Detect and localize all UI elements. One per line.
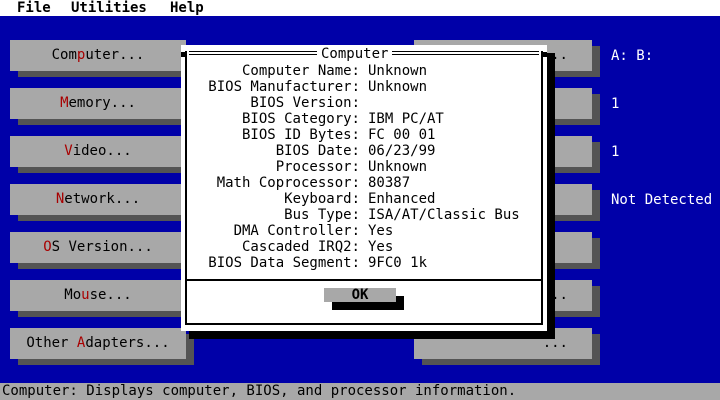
info-value: 9FC0 1k [368,255,428,271]
computer-button[interactable]: Computer... [10,40,186,71]
info-value: ISA/AT/Classic Bus [368,207,520,223]
dialog-corner-left-icon [181,52,186,57]
drives-button[interactable]: ... [414,328,592,359]
info-value: FC 00 01 [368,127,436,143]
info-label: BIOS Data Segment: [208,255,360,271]
info-label: Bus Type: [284,207,360,223]
info-value: Enhanced [368,191,436,207]
dialog-divider [185,279,543,281]
info-value: 06/23/99 [368,143,436,159]
info-row: BIOS Category: IBM PC/AT [181,111,547,127]
com-ports-value: 1 [611,144,620,160]
info-row: Math Coprocessor: 80387 [181,175,547,191]
info-value: 80387 [368,175,411,191]
info-row: BIOS Data Segment: 9FC0 1k [181,255,547,271]
info-label: Keyboard: [284,191,360,207]
os-version-button[interactable]: OS Version... [10,232,186,263]
info-label: Cascaded IRQ2: [241,239,360,255]
info-label: BIOS Version: [250,95,360,111]
info-row: BIOS Version: [181,95,547,111]
lpt-ports-value: 1 [611,96,620,112]
info-value: Yes [368,223,394,239]
info-label: DMA Controller: [233,223,360,239]
info-row: Keyboard: Enhanced [181,191,547,207]
ok-button[interactable]: OK [324,288,396,302]
info-row: BIOS Date: 06/23/99 [181,143,547,159]
info-label: Computer Name: [241,63,360,79]
menu-help[interactable]: Help [170,0,204,16]
status-bar: Computer: Displays computer, BIOS, and p… [0,383,720,400]
video-button[interactable]: Video... [10,136,186,167]
info-value: Unknown [368,63,428,79]
menu-utilities[interactable]: Utilities [71,0,147,16]
menu-bar: File Utilities Help [0,0,720,16]
network-value: Not Detected [611,192,713,208]
disk-drives-value: A: B: [611,48,654,64]
info-row: BIOS Manufacturer: Unknown [181,79,547,95]
info-row: Cascaded IRQ2: Yes [181,239,547,255]
info-label: BIOS Date: [275,143,360,159]
info-value: Yes [368,239,394,255]
info-label: BIOS Manufacturer: [208,79,360,95]
info-label: Processor: [275,159,360,175]
network-button[interactable]: Network... [10,184,186,215]
info-label: BIOS Category: [241,111,360,127]
info-row: Bus Type: ISA/AT/Classic Bus [181,207,547,223]
info-value: Unknown [368,159,428,175]
memory-button[interactable]: Memory... [10,88,186,119]
dialog-corner-right-icon [542,52,547,57]
info-row: Processor: Unknown [181,159,547,175]
dialog-title: Computer [317,46,393,62]
info-label: BIOS ID Bytes: [241,127,360,143]
other-adapters-button[interactable]: Other Adapters... [10,328,186,359]
mouse-button[interactable]: Mouse... [10,280,186,311]
computer-dialog: Computer Computer Name: Unknown BIOS Manu… [181,45,547,331]
info-label: Math Coprocessor: [216,175,360,191]
info-row: DMA Controller: Yes [181,223,547,239]
info-value: IBM PC/AT [368,111,444,127]
info-row: BIOS ID Bytes: FC 00 01 [181,127,547,143]
info-value: Unknown [368,79,428,95]
menu-file[interactable]: File [17,0,51,16]
info-row: Computer Name: Unknown [181,63,547,79]
